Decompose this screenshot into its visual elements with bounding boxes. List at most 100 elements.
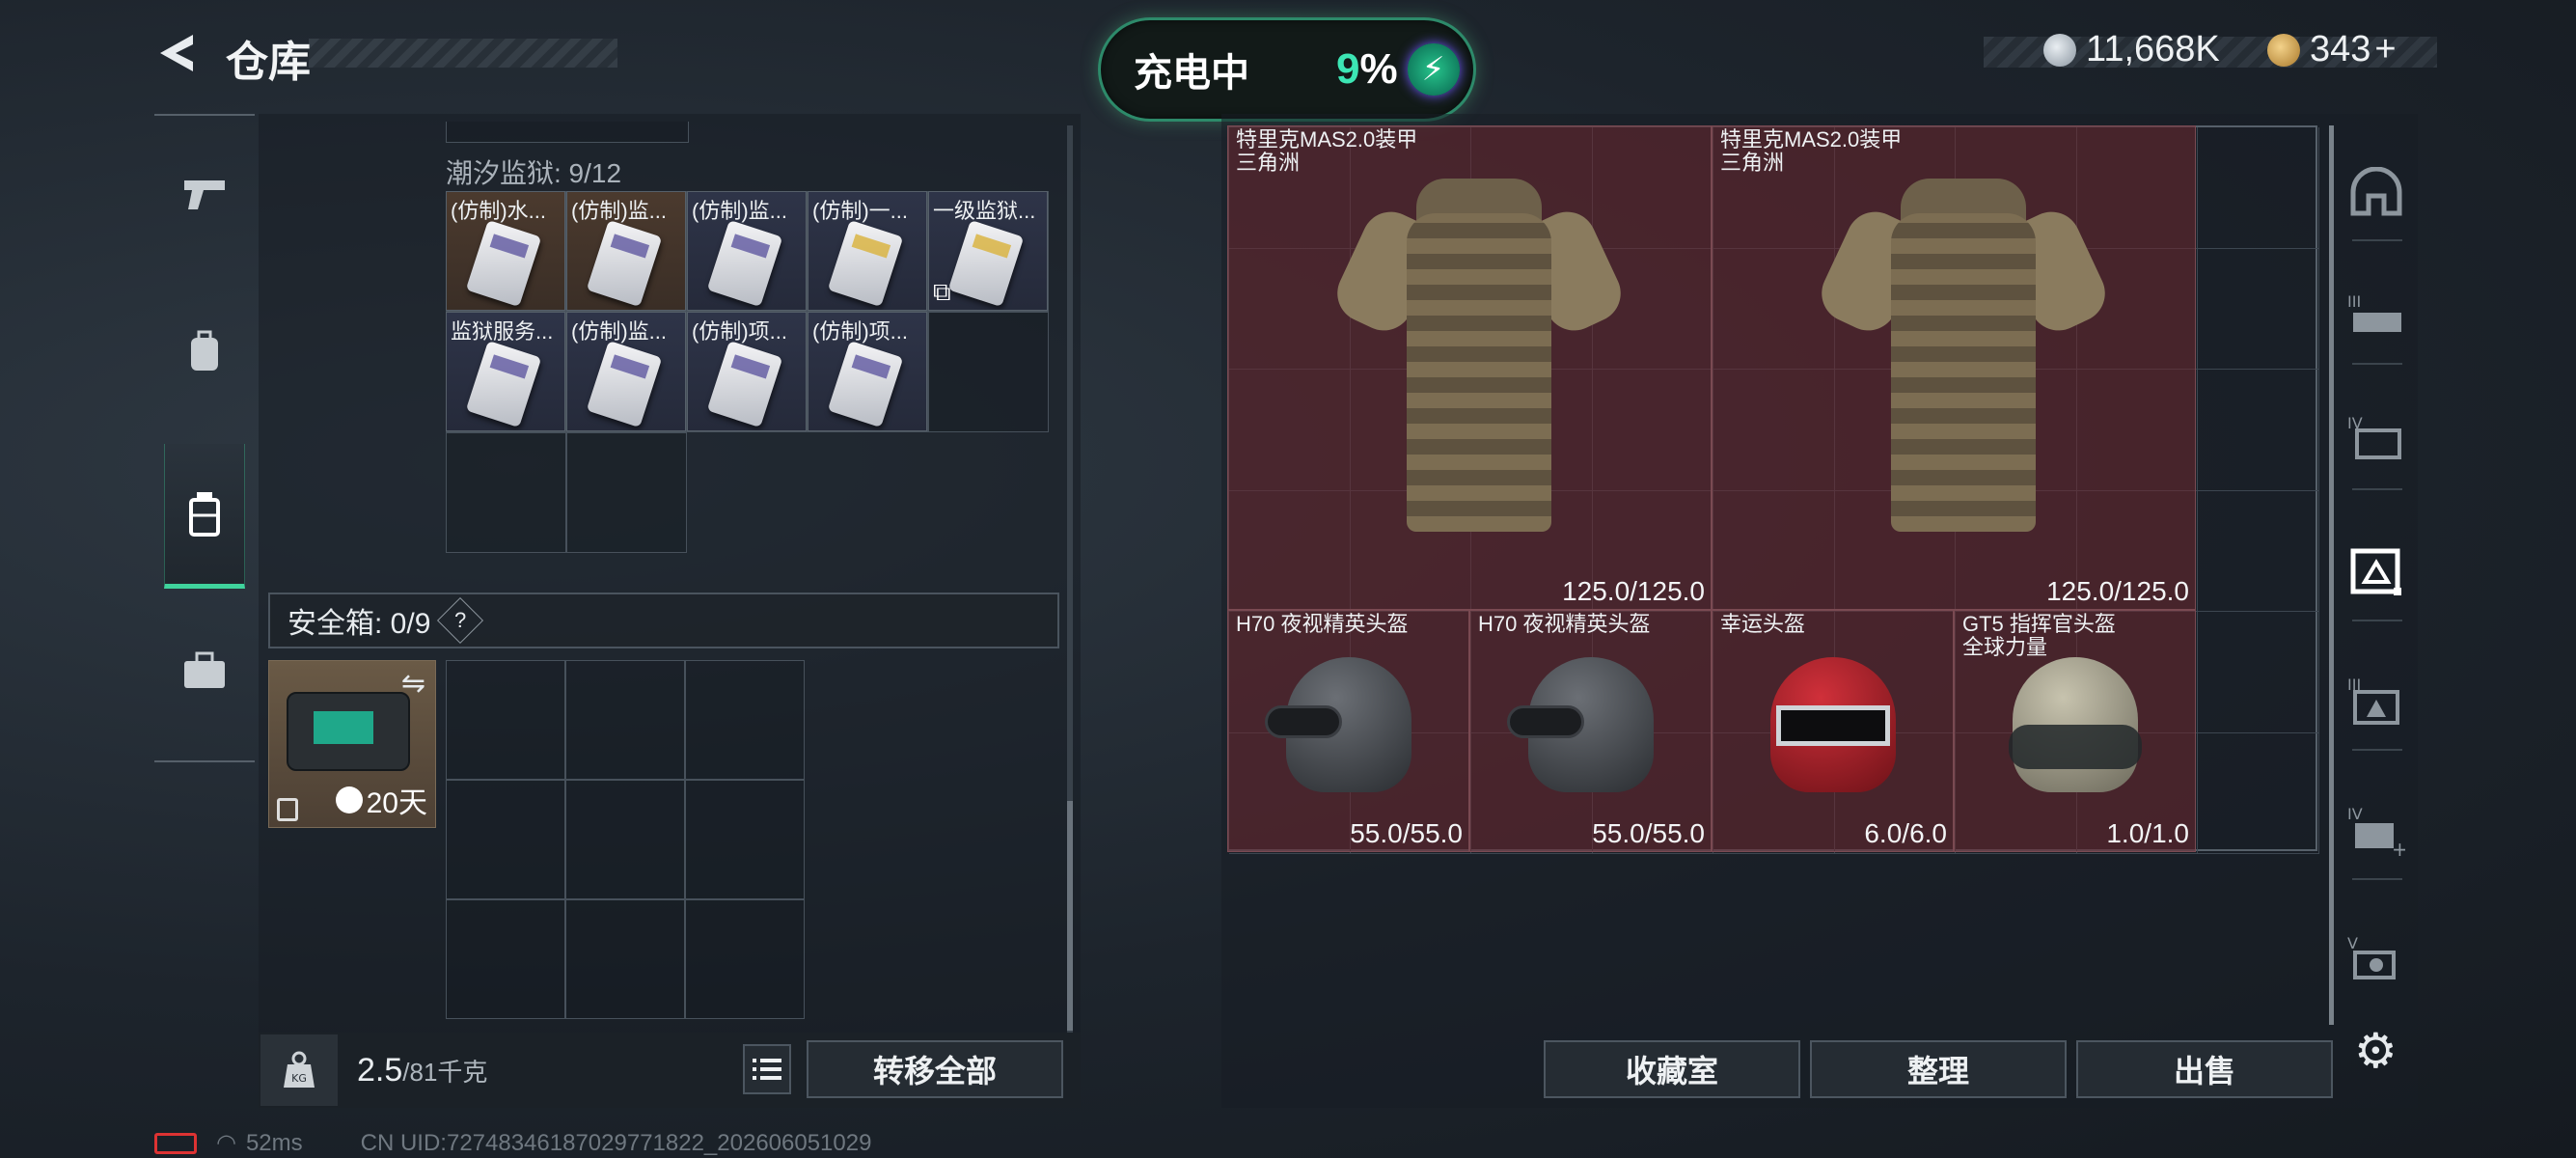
briefcase-icon — [184, 651, 225, 688]
durability: 55.0/55.0 — [1350, 818, 1463, 848]
key-card-item[interactable]: (仿制)监... — [566, 312, 686, 431]
left-scroll-thumb[interactable] — [1067, 801, 1073, 1031]
key-card-icon — [947, 219, 1025, 308]
item-name: H70 夜视精英头盔 — [1236, 612, 1409, 636]
stash-slot[interactable] — [2198, 370, 2319, 491]
svg-text:IV: IV — [2347, 805, 2363, 823]
key-card-item[interactable]: 监狱服务... — [446, 312, 565, 431]
pistol-icon — [184, 180, 225, 209]
list-view-button[interactable] — [743, 1044, 791, 1094]
grid-slot[interactable] — [446, 432, 566, 553]
key-card-icon — [465, 340, 542, 428]
item-name: 幸运头盔 — [1720, 612, 1806, 636]
lightning-icon: ⚡ — [1407, 43, 1460, 96]
transfer-all-button[interactable]: 转移全部 — [807, 1040, 1063, 1098]
stash-tab-icon: III — [2347, 292, 2401, 332]
item-name: 监狱服务... — [451, 319, 554, 344]
item-name: (仿制)监... — [692, 199, 787, 223]
stash-slot[interactable] — [2198, 490, 2319, 612]
stash-tab-1[interactable] — [2344, 160, 2408, 224]
nav-weapons[interactable] — [164, 122, 245, 266]
key-card-item[interactable]: (仿制)监... — [566, 191, 686, 311]
right-scrollbar[interactable] — [2329, 125, 2334, 1025]
back-arrow-icon[interactable] — [154, 31, 199, 75]
stash-tab-4[interactable] — [2344, 540, 2408, 604]
swap-icon[interactable]: ⇋ — [401, 667, 425, 701]
stash-tab-2[interactable]: III — [2344, 284, 2408, 347]
silver-coin-icon — [2043, 33, 2076, 67]
grid-slot[interactable] — [928, 312, 1049, 432]
stash-tab-6[interactable]: IV + — [2344, 799, 2408, 863]
grid-slot[interactable] — [566, 432, 687, 553]
durability: 125.0/125.0 — [2046, 576, 2189, 606]
organize-button[interactable]: 整理 — [1810, 1040, 2067, 1098]
sell-button[interactable]: 出售 — [2076, 1040, 2333, 1098]
stash-slot[interactable] — [2198, 732, 2319, 854]
key-card-item[interactable]: (仿制)监... — [687, 191, 807, 311]
add-currency-button[interactable]: + — [2374, 29, 2396, 70]
collection-room-button[interactable]: 收藏室 — [1544, 1040, 1800, 1098]
key-card-icon — [586, 219, 663, 308]
item-name: (仿制)监... — [571, 319, 667, 344]
safe-slot[interactable] — [685, 780, 805, 899]
gold-coin-icon — [2267, 33, 2300, 67]
stash-slot[interactable] — [2198, 248, 2319, 370]
stash-slot[interactable] — [2198, 612, 2319, 733]
key-card-icon — [586, 340, 663, 428]
svg-text:V: V — [2347, 934, 2358, 952]
vest-image — [1328, 155, 1631, 580]
safe-slot[interactable] — [565, 780, 685, 899]
safe-slot[interactable] — [685, 899, 805, 1019]
currency-premium[interactable]: 343 + — [2267, 29, 2397, 70]
premium-amount: 343 — [2310, 29, 2371, 69]
safe-box-device — [287, 692, 410, 771]
helmet-item[interactable]: H70 夜视精英头盔 55.0/55.0 — [1469, 610, 1712, 852]
wifi-icon: ◠ — [216, 1130, 236, 1156]
stash-tab-3[interactable]: IV — [2344, 405, 2408, 469]
stash-slot[interactable] — [2198, 127, 2319, 249]
key-card-item[interactable]: (仿制)项... — [687, 312, 807, 431]
svg-text:III: III — [2347, 292, 2361, 311]
no-transfer-icon: ⧉ — [933, 277, 951, 306]
nav-chest-rig[interactable] — [164, 444, 245, 589]
help-button[interactable]: ? — [437, 596, 484, 645]
left-category-nav — [154, 114, 255, 762]
key-card-item[interactable]: (仿制)项... — [808, 312, 927, 431]
durability: 1.0/1.0 — [2106, 818, 2189, 848]
durability: 55.0/55.0 — [1592, 818, 1705, 848]
safe-slot[interactable] — [446, 899, 565, 1019]
nav-case[interactable] — [164, 598, 245, 743]
uid-readout: CN UID:7274834618702977182​2_20260605102… — [360, 1129, 872, 1156]
safe-slot[interactable] — [565, 660, 685, 780]
safe-box-item[interactable]: ⇋ 20天 — [268, 660, 436, 828]
ping-readout: 52ms — [245, 1129, 303, 1156]
stash-tab-5[interactable]: III — [2344, 670, 2408, 733]
clock-icon — [335, 786, 363, 813]
battery-icon — [154, 1132, 197, 1154]
safe-box-duration: 20天 — [335, 779, 427, 821]
safe-slot[interactable] — [565, 899, 685, 1019]
item-name: GT5 指挥官头盔 全球力量 — [1962, 612, 2116, 659]
helmet-item[interactable]: GT5 指挥官头盔 全球力量 1.0/1.0 — [1954, 610, 2196, 852]
title-decoration — [309, 39, 617, 68]
item-name: 特里克MAS2.0装甲 三角洲 — [1720, 127, 1903, 175]
list-icon — [753, 1059, 781, 1080]
weight-readout: 2.5/81千克 — [357, 1052, 488, 1089]
nav-backpack[interactable] — [164, 280, 245, 425]
safe-slot[interactable] — [685, 660, 805, 780]
key-card-item[interactable]: (仿制)一... — [808, 191, 927, 311]
currency-coins[interactable]: 11,668K — [2043, 29, 2220, 70]
helmet-item[interactable]: H70 夜视精英头盔 55.0/55.0 — [1227, 610, 1469, 852]
key-card-item[interactable]: (仿制)水... — [446, 191, 565, 311]
helmet-item[interactable]: 幸运头盔 6.0/6.0 — [1712, 610, 1954, 852]
key-card-icon — [465, 219, 542, 308]
charging-percent: 9% — [1336, 45, 1398, 93]
safe-slot[interactable] — [446, 660, 565, 780]
gear-icon[interactable]: ⚙ — [2354, 1023, 2398, 1079]
item-name: H70 夜视精英头盔 — [1478, 612, 1651, 636]
stash-tab-7[interactable]: V — [2344, 928, 2408, 992]
key-card-item[interactable]: 一级监狱... ⧉ — [928, 191, 1048, 311]
armor-vest-item[interactable]: 特里克MAS2.0装甲 三角洲 125.0/125.0 — [1227, 125, 1712, 610]
armor-vest-item[interactable]: 特里克MAS2.0装甲 三角洲 125.0/125.0 — [1712, 125, 2196, 610]
safe-slot[interactable] — [446, 780, 565, 899]
